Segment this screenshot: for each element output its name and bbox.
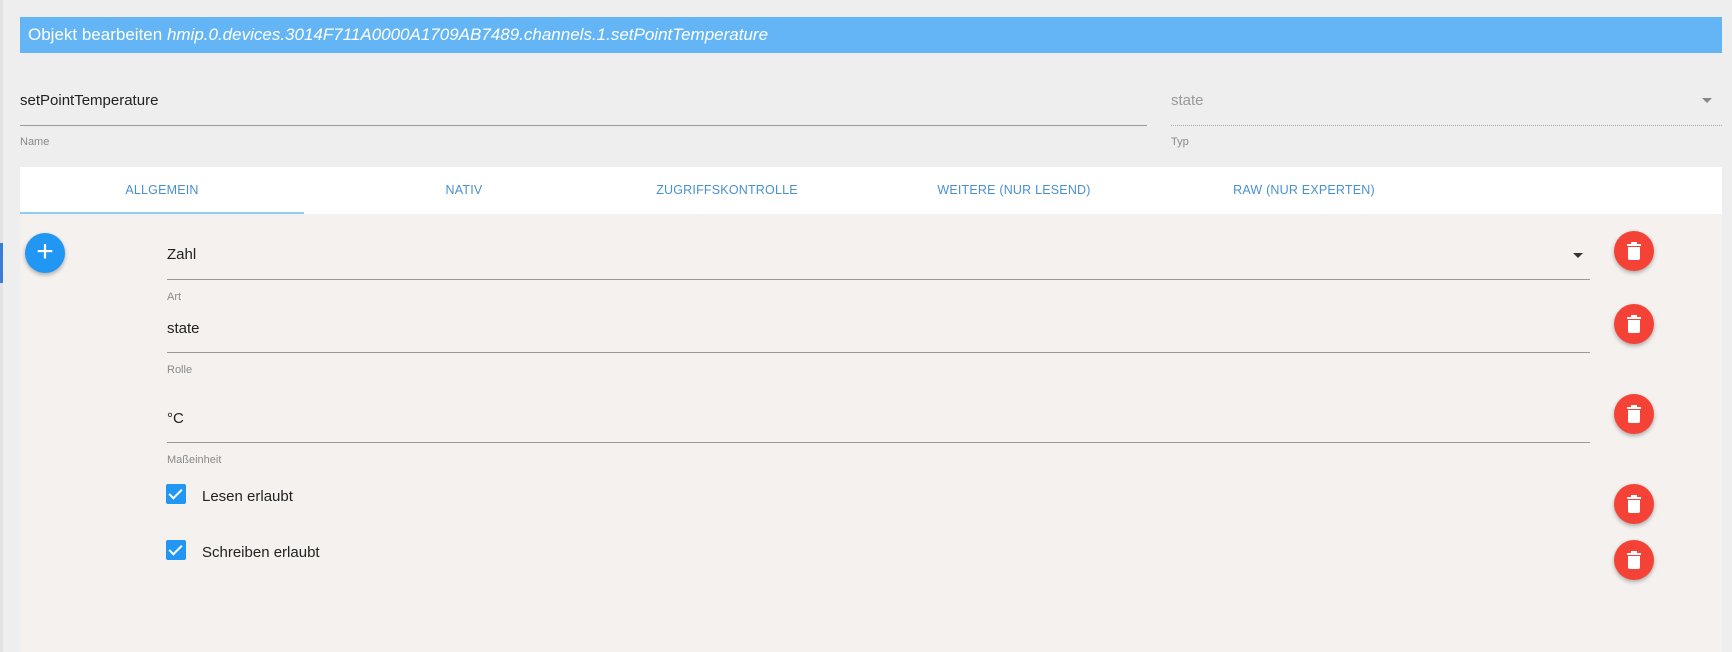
type-label: Typ bbox=[1171, 136, 1189, 148]
rolle-label: Rolle bbox=[167, 364, 193, 376]
add-attribute-button[interactable]: + bbox=[25, 233, 65, 273]
type-chevron-down-icon[interactable] bbox=[1702, 98, 1712, 103]
write-checkbox[interactable] bbox=[166, 540, 186, 560]
checkmark-icon bbox=[168, 485, 183, 500]
delete-write-button[interactable] bbox=[1614, 540, 1654, 580]
window-edge-marker bbox=[0, 243, 3, 283]
rolle-underline bbox=[167, 352, 1590, 353]
name-input-value[interactable]: setPointTemperature bbox=[20, 92, 1147, 109]
type-select[interactable]: state bbox=[1171, 92, 1722, 122]
art-underline bbox=[167, 279, 1590, 280]
delete-unit-button[interactable] bbox=[1614, 394, 1654, 434]
unit-field[interactable]: °C bbox=[167, 410, 1590, 440]
art-select[interactable]: Zahl bbox=[167, 246, 1590, 276]
trash-icon bbox=[1627, 242, 1641, 260]
type-select-value[interactable]: state bbox=[1171, 92, 1722, 109]
tab-zugriffskontrolle[interactable]: ZUGRIFFSKONTROLLE bbox=[627, 167, 827, 214]
dialog-object-path: hmip.0.devices.3014F711A0000A1709AB7489.… bbox=[166, 25, 769, 44]
plus-icon: + bbox=[36, 235, 54, 268]
dialog-title-bar: Objekt bearbeiten hmip.0.devices.3014F71… bbox=[20, 17, 1722, 53]
unit-input-value[interactable]: °C bbox=[167, 410, 1590, 427]
name-label: Name bbox=[20, 136, 50, 148]
trash-icon bbox=[1627, 315, 1641, 333]
trash-icon bbox=[1627, 405, 1641, 423]
delete-read-button[interactable] bbox=[1614, 484, 1654, 524]
checkmark-icon bbox=[168, 541, 183, 556]
tab-bar: ALLGEMEIN NATIV ZUGRIFFSKONTROLLE WEITER… bbox=[20, 167, 1722, 214]
trash-icon bbox=[1627, 495, 1641, 513]
dialog-title-prefix: Objekt bearbeiten bbox=[28, 25, 163, 44]
art-label: Art bbox=[167, 291, 182, 303]
delete-rolle-button[interactable] bbox=[1614, 304, 1654, 344]
tab-raw[interactable]: RAW (NUR EXPERTEN) bbox=[1204, 167, 1404, 214]
delete-art-button[interactable] bbox=[1614, 231, 1654, 271]
unit-label: Maßeinheit bbox=[167, 454, 222, 466]
tab-allgemein[interactable]: ALLGEMEIN bbox=[20, 167, 304, 214]
name-field[interactable]: setPointTemperature bbox=[20, 92, 1147, 152]
type-underline bbox=[1171, 125, 1722, 126]
rolle-input-value[interactable]: state bbox=[167, 320, 1590, 337]
art-select-value[interactable]: Zahl bbox=[167, 246, 1590, 263]
art-chevron-down-icon[interactable] bbox=[1573, 253, 1583, 258]
unit-underline bbox=[167, 442, 1590, 443]
window-left-edge bbox=[0, 0, 3, 652]
name-underline bbox=[20, 125, 1147, 126]
write-checkbox-label: Schreiben erlaubt bbox=[202, 544, 320, 561]
trash-icon bbox=[1627, 551, 1641, 569]
read-checkbox[interactable] bbox=[166, 484, 186, 504]
tab-weitere[interactable]: WEITERE (NUR LESEND) bbox=[914, 167, 1114, 214]
read-checkbox-label: Lesen erlaubt bbox=[202, 488, 293, 505]
tab-nativ[interactable]: NATIV bbox=[379, 167, 549, 214]
rolle-field[interactable]: state bbox=[167, 320, 1590, 350]
